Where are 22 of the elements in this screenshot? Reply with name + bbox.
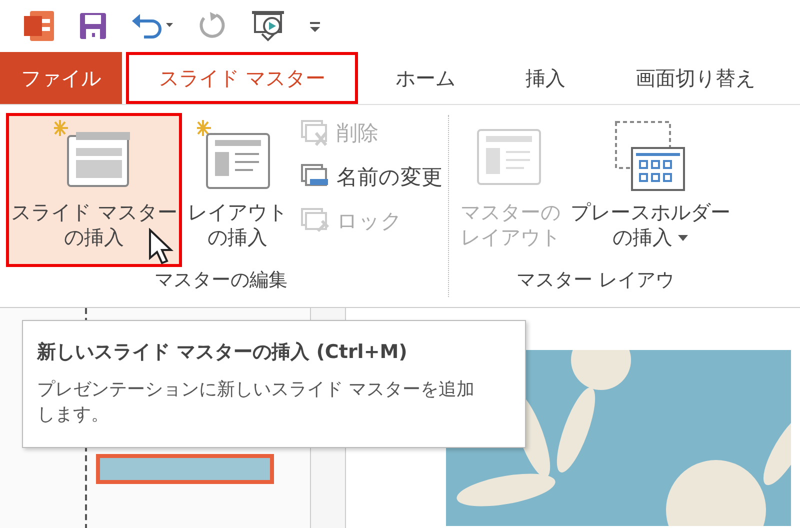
customize-menu-icon[interactable] (308, 19, 322, 33)
app-logo-icon (22, 8, 56, 44)
ribbon-tab[interactable]: 画面切り替え (602, 52, 788, 104)
dropdown-caret-icon (678, 234, 688, 240)
lock-slides-icon (300, 207, 330, 235)
ribbon-tab[interactable]: ホーム (362, 52, 488, 104)
group-label: マスターの編集 (154, 268, 289, 293)
ribbon-tab[interactable]: ファイル (0, 52, 122, 104)
ribbon-small-button[interactable]: 名前の変更 (300, 157, 442, 197)
save-icon[interactable] (78, 11, 108, 41)
undo-icon[interactable] (130, 11, 174, 41)
tooltip-description: プレゼンテーションに新しいスライド マスターを追加します。 (37, 378, 476, 428)
slide-thumbnail[interactable] (96, 454, 274, 484)
ribbon-tab[interactable]: スライド マスター (126, 52, 358, 104)
group-label: マスター レイアウ (515, 268, 676, 293)
ribbon-tab[interactable]: 挿入 (492, 52, 598, 104)
ribbon-button[interactable]: プレースホルダー の挿入 (565, 113, 736, 267)
ribbon-button[interactable]: スライド マスター の挿入 (6, 113, 182, 267)
ribbon-button[interactable]: レイアウト の挿入 (182, 113, 292, 267)
presentation-play-icon[interactable] (250, 8, 286, 44)
mouse-pointer-icon (148, 228, 174, 266)
tooltip-title: 新しいスライド マスターの挿入 (Ctrl+M) (37, 340, 408, 365)
